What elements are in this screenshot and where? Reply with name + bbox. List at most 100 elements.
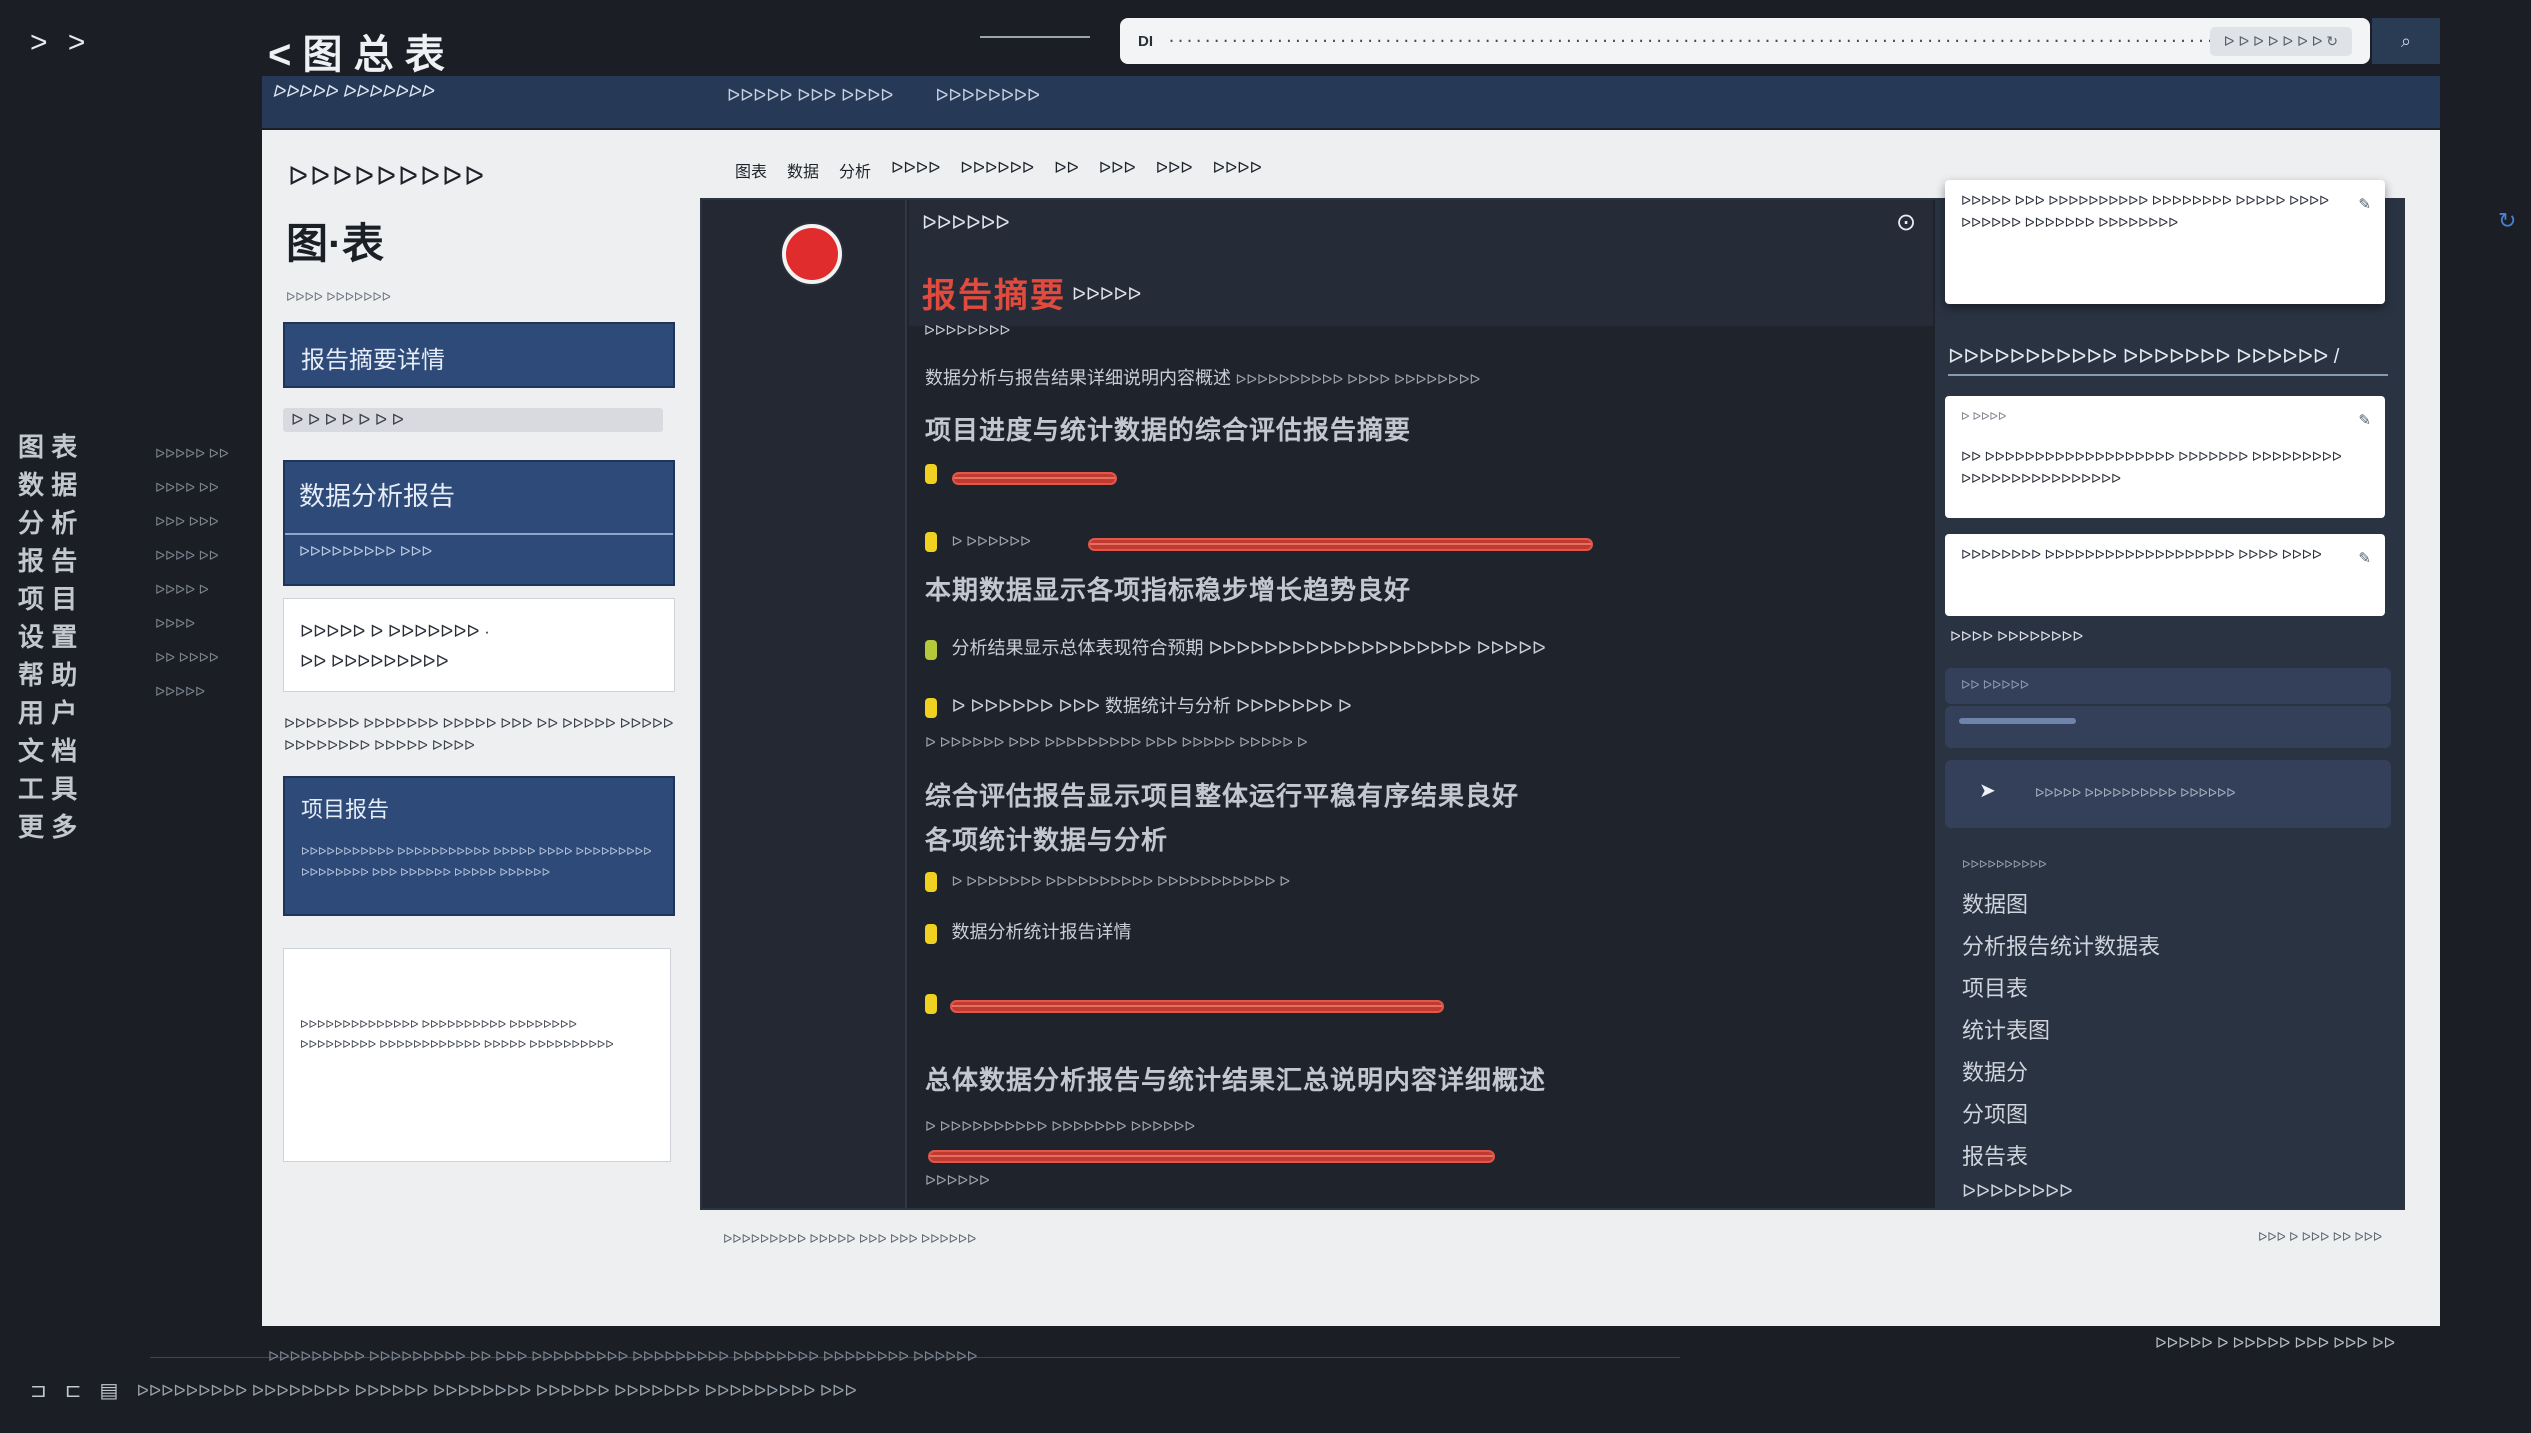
comment-card[interactable]: ✎ ᐅ ᐅᐅᐅᐅ ᐅᐅ ᐅᐅᐅᐅᐅᐅᐅᐅᐅᐅᐅᐅᐅᐅᐅᐅᐅᐅᐅ ᐅᐅᐅᐅᐅᐅᐅ … (1945, 396, 2385, 518)
right-list-item[interactable]: 数据分 (1962, 1055, 2160, 1087)
tab[interactable]: ᐅᐅᐅ (1156, 158, 1193, 182)
tab[interactable]: ᐅᐅᐅᐅ (1213, 158, 1262, 182)
comment-card[interactable]: ✎ ᐅᐅᐅᐅᐅ ᐅᐅᐅ ᐅᐅᐅᐅᐅᐅᐅᐅᐅᐅ ᐅᐅᐅᐅᐅᐅᐅᐅ ᐅᐅᐅᐅᐅ ᐅᐅ… (1945, 180, 2385, 304)
taskbar-text: ᐅᐅᐅᐅᐅᐅᐅᐅᐅ ᐅᐅᐅᐅᐅᐅᐅᐅ ᐅᐅᐅᐅᐅᐅ ᐅᐅᐅᐅᐅᐅᐅᐅ ᐅᐅᐅᐅᐅ… (136, 1382, 857, 1400)
row-text: 数据分析统计报告详情 (951, 922, 1132, 942)
refresh-icon[interactable]: ↻ (2498, 208, 2516, 234)
right-list-item[interactable]: 统计表图 (1962, 1013, 2160, 1045)
progress-bar (950, 1000, 1444, 1013)
tab[interactable]: 图表 (735, 158, 767, 182)
panel-title: 报告摘要 (922, 277, 1066, 315)
tab[interactable]: 数据 (787, 158, 819, 182)
left-submenu-item[interactable]: ᐅᐅᐅᐅ ᐅᐅ (155, 480, 255, 496)
status-marker (925, 872, 937, 892)
nav-links: ᐅᐅᐅᐅᐅ ᐅᐅᐅ ᐅᐅᐅᐅ ᐅᐅᐅᐅᐅᐅᐅᐅ (727, 86, 1040, 106)
address-prefix: DI (1138, 32, 1153, 50)
left-submenu-item[interactable]: ᐅᐅ ᐅᐅᐅᐅ (155, 650, 255, 666)
sidebar-notes-box[interactable]: ᐅᐅᐅᐅᐅᐅᐅᐅᐅᐅᐅᐅᐅᐅ ᐅᐅᐅᐅᐅᐅᐅᐅᐅᐅ ᐅᐅᐅᐅᐅᐅᐅᐅ ᐅᐅᐅᐅᐅ… (283, 948, 671, 1162)
panel-row: 综合评估报告显示项目整体运行平稳有序结果良好 (925, 776, 1885, 813)
edit-icon[interactable]: ✎ (2358, 548, 2371, 570)
nav-link[interactable]: ᐅᐅᐅᐅᐅ ᐅᐅᐅ ᐅᐅᐅᐅ (727, 86, 893, 106)
tab[interactable]: ᐅᐅᐅᐅᐅᐅ (960, 158, 1034, 182)
sidebar-info-box[interactable]: ᐅᐅᐅᐅᐅ ᐅ ᐅᐅᐅᐅᐅᐅᐅ · ᐅᐅ ᐅᐅᐅᐅᐅᐅᐅᐅᐅ (283, 598, 675, 692)
left-submenu-item[interactable]: ᐅᐅᐅᐅᐅ ᐅᐅ (155, 446, 255, 462)
grid-icon[interactable]: ▤ (100, 1378, 119, 1403)
sidebar-card-analysis[interactable]: 数据分析报告 ᐅᐅᐅᐅᐅᐅᐅᐅᐅ ᐅᐅᐅ (283, 460, 675, 586)
panel-left-column (702, 200, 907, 1208)
nav-link[interactable]: ᐅᐅᐅᐅᐅᐅᐅᐅ (935, 86, 1040, 106)
right-list-item[interactable]: 数据图 (1962, 887, 2160, 919)
address-url[interactable]: ········································… (1167, 32, 2210, 50)
right-list-heading: ᐅᐅᐅᐅᐅᐅᐅᐅᐅᐅ (1962, 859, 2047, 871)
settings-icon[interactable]: ⊙ (1896, 208, 1916, 237)
card-title: 数据分析报告 (299, 481, 456, 511)
right-list-item[interactable]: 分析报告统计数据表 (1962, 929, 2160, 961)
window-icon[interactable]: ⊐ (30, 1378, 47, 1403)
content-tabs: 图表 数据 分析 ᐅᐅᐅᐅ ᐅᐅᐅᐅᐅᐅ ᐅᐅ ᐅᐅᐅ ᐅᐅᐅ ᐅᐅᐅᐅ (735, 158, 1262, 182)
comment-body: ᐅᐅᐅᐅᐅ ᐅᐅᐅ ᐅᐅᐅᐅᐅᐅᐅᐅᐅᐅ ᐅᐅᐅᐅᐅᐅᐅᐅ ᐅᐅᐅᐅᐅ ᐅᐅᐅᐅ… (1961, 193, 2329, 230)
row-text: ᐅ ᐅᐅᐅᐅᐅᐅᐅ ᐅᐅᐅᐅᐅᐅᐅᐅᐅᐅ ᐅᐅᐅᐅᐅᐅᐅᐅᐅᐅᐅ ᐅ (951, 873, 1291, 890)
comment-card[interactable]: ✎ ᐅᐅᐅᐅᐅᐅᐅᐅ ᐅᐅᐅᐅᐅᐅᐅᐅᐅᐅᐅᐅᐅᐅᐅᐅᐅᐅᐅ ᐅᐅᐅᐅ ᐅᐅᐅᐅ (1945, 534, 2385, 616)
left-menu-item[interactable]: 设 置 (18, 622, 108, 652)
left-submenu-item[interactable]: ᐅᐅᐅᐅ ᐅ (155, 582, 255, 598)
panel-header-label: ᐅᐅᐅᐅᐅᐅ (922, 213, 1010, 234)
right-list-item[interactable]: 项目表 (1962, 971, 2160, 1003)
status-bar-text: ᐅᐅᐅᐅᐅᐅᐅᐅᐅ ᐅᐅᐅᐅᐅᐅᐅᐅᐅ ᐅᐅ ᐅᐅᐅ ᐅᐅᐅᐅᐅᐅᐅᐅᐅ ᐅᐅᐅ… (268, 1348, 978, 1364)
brand-label[interactable]: ᐅᐅᐅᐅᐅ ᐅᐅᐅᐅᐅᐅᐅ (272, 82, 434, 102)
sidebar-progress-pill[interactable]: ᐅ ᐅ ᐅ ᐅ ᐅ ᐅ ᐅ (283, 408, 663, 432)
row-text: ᐅᐅᐅᐅᐅᐅ (925, 1172, 990, 1188)
left-menu-item[interactable]: 用 户 (18, 698, 108, 728)
left-menu-item[interactable]: 图 表 (18, 432, 108, 462)
sidebar-caption: ᐅᐅᐅᐅ ᐅᐅᐅᐅᐅᐅᐅ (286, 290, 391, 304)
tab[interactable]: 分析 (839, 158, 871, 182)
address-reload-group[interactable]: ᐅ ᐅ ᐅ ᐅ ᐅ ᐅ ᐅ ↻ (2209, 26, 2352, 56)
right-list-item[interactable]: ᐅᐅᐅᐅᐅᐅᐅᐅ (1962, 1181, 2160, 1202)
left-menu-item[interactable]: 数 据 (18, 470, 108, 500)
left-menu-item[interactable]: 更 多 (18, 812, 108, 842)
record-button[interactable] (782, 224, 842, 284)
back-title-button[interactable]: < 图 总 表 (268, 22, 445, 80)
left-submenu-item[interactable]: ᐅᐅᐅᐅ ᐅᐅ (155, 548, 255, 564)
left-submenu-item[interactable]: ᐅᐅᐅᐅ (155, 616, 255, 632)
tab[interactable]: ᐅᐅᐅᐅ (891, 158, 940, 182)
left-submenu-item[interactable]: ᐅᐅᐅ ᐅᐅᐅ (155, 514, 255, 530)
sidebar-card-project[interactable]: 项目报告 ᐅᐅᐅᐅᐅᐅᐅᐅᐅᐅᐅ ᐅᐅᐅᐅᐅᐅᐅᐅᐅᐅᐅ ᐅᐅᐅᐅᐅ ᐅᐅᐅᐅ … (283, 776, 675, 916)
tab[interactable]: ᐅᐅ (1054, 158, 1079, 182)
left-menu-item[interactable]: 帮 助 (18, 660, 108, 690)
panel-subtitle: ᐅᐅᐅᐅᐅ (1072, 284, 1142, 304)
row-text: 本期数据显示各项指标稳步增长趋势良好 (925, 575, 1412, 605)
right-input-bar[interactable]: ᐅᐅ ᐅᐅᐅᐅᐅ (1945, 668, 2391, 704)
right-action-bar[interactable]: ➤ ᐅᐅᐅᐅᐅ ᐅᐅᐅᐅᐅᐅᐅᐅᐅᐅ ᐅᐅᐅᐅᐅᐅ (1945, 760, 2391, 828)
search-icon[interactable]: ⌕ (2372, 18, 2440, 64)
right-list-item[interactable]: 报告表 (1962, 1139, 2160, 1171)
status-marker (925, 639, 937, 660)
edit-icon[interactable]: ✎ (2358, 194, 2371, 216)
left-menu-item[interactable]: 文 档 (18, 736, 108, 766)
left-menu-item[interactable]: 报 告 (18, 546, 108, 576)
address-bar[interactable]: DI ·····································… (1120, 18, 2370, 64)
left-menu-item[interactable]: 工 具 (18, 774, 108, 804)
right-progress-track (1945, 706, 2391, 748)
panel-icon[interactable]: ⊏ (65, 1378, 82, 1403)
sidebar-text-block: ᐅᐅᐅᐅᐅᐅᐅ ᐅᐅᐅᐅᐅᐅᐅ ᐅᐅᐅᐅᐅ ᐅᐅᐅ ᐅᐅ ᐅᐅᐅᐅᐅ ᐅᐅᐅᐅᐅ… (284, 715, 674, 753)
sidebar-card-summary[interactable]: 报告摘要详情 (283, 322, 675, 388)
panel-caption: ᐅᐅᐅᐅᐅᐅᐅᐅ (924, 322, 1011, 338)
forward-nav-icons[interactable]: > > (30, 26, 91, 60)
status-marker (925, 532, 937, 552)
card-divider (285, 533, 673, 535)
row-text: 分析结果显示总体表现符合预期 ᐅᐅᐅᐅᐅᐅᐅᐅᐅᐅᐅᐅᐅᐅᐅᐅᐅᐅᐅ ᐅᐅᐅᐅᐅ (951, 638, 1546, 658)
left-menu-item[interactable]: 分 析 (18, 508, 108, 538)
tab[interactable]: ᐅᐅᐅ (1099, 158, 1136, 182)
card-body: ᐅᐅᐅᐅᐅᐅᐅᐅᐅᐅᐅ ᐅᐅᐅᐅᐅᐅᐅᐅᐅᐅᐅ ᐅᐅᐅᐅᐅ ᐅᐅᐅᐅ ᐅᐅᐅᐅᐅ… (301, 846, 652, 879)
left-menu-item[interactable]: 项 目 (18, 584, 108, 614)
left-submenu-item[interactable]: ᐅᐅᐅᐅᐅ (155, 684, 255, 700)
panel-row: 总体数据分析报告与统计结果汇总说明内容详细概述 (925, 1060, 1885, 1097)
panel-row: 数据分析统计报告详情 (925, 918, 1885, 944)
row-label: ᐅ ᐅᐅᐅᐅᐅᐅ (951, 533, 1031, 550)
panel-row: 分析结果显示总体表现符合预期 ᐅᐅᐅᐅᐅᐅᐅᐅᐅᐅᐅᐅᐅᐅᐅᐅᐅᐅᐅ ᐅᐅᐅᐅᐅ (925, 634, 1885, 660)
info-line: ᐅᐅᐅᐅᐅ ᐅ ᐅᐅᐅᐅᐅᐅᐅ · (300, 622, 490, 641)
row-text: 总体数据分析报告与统计结果汇总说明内容详细概述 (925, 1065, 1547, 1095)
edit-icon[interactable]: ✎ (2358, 410, 2371, 432)
comment-body: ᐅᐅ ᐅᐅᐅᐅᐅᐅᐅᐅᐅᐅᐅᐅᐅᐅᐅᐅᐅᐅᐅ ᐅᐅᐅᐅᐅᐅᐅ ᐅᐅᐅᐅᐅᐅᐅᐅᐅ… (1961, 449, 2342, 486)
right-list-item[interactable]: 分项图 (1962, 1097, 2160, 1129)
